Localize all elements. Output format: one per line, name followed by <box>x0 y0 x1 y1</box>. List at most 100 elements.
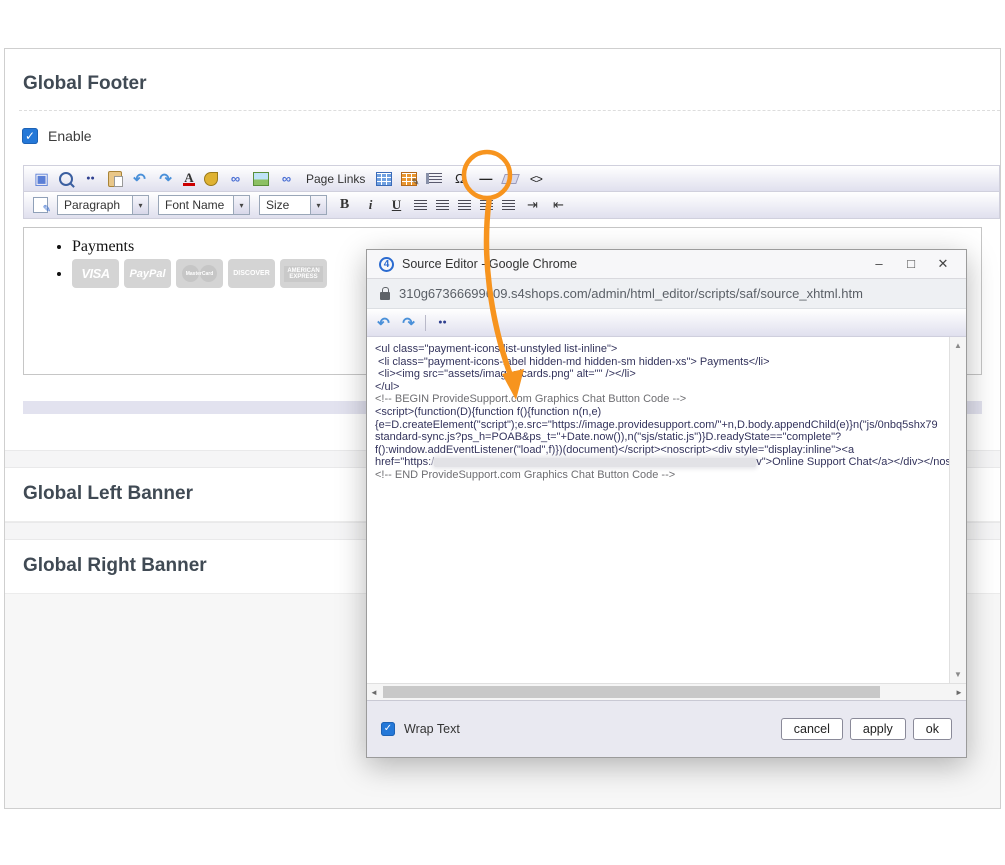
payment-card-label: PayPal <box>129 268 165 280</box>
url-text: 310g67366699609.s4shops.com/admin/html_e… <box>399 286 863 301</box>
scroll-right-icon[interactable]: ► <box>952 688 966 697</box>
find-icon[interactable] <box>434 314 451 331</box>
redo-icon[interactable]: ↷ <box>157 170 174 187</box>
outdent-button[interactable]: ⇤ <box>550 197 567 214</box>
payment-card-mastercard: MasterCard <box>176 259 223 288</box>
indent-button[interactable]: ⇥ <box>524 197 541 214</box>
code-text: v">Online Support Chat</a></div></noscri… <box>756 456 950 468</box>
maximize-button[interactable]: □ <box>900 256 922 272</box>
font-name-select-value: Font Name <box>159 196 233 214</box>
payment-card-label: MasterCard <box>186 271 214 277</box>
unordered-list-button[interactable] <box>502 200 515 210</box>
font-name-select[interactable]: Font Name▾ <box>158 195 250 215</box>
underline-button[interactable]: U <box>388 197 405 214</box>
horizontal-scrollbar[interactable]: ◄ ► <box>367 683 966 700</box>
size-select[interactable]: Size▾ <box>259 195 327 215</box>
payment-card-visa: VISA <box>72 259 119 288</box>
paragraph-select-value: Paragraph <box>58 196 132 214</box>
ordered-list-button[interactable] <box>480 200 493 210</box>
link-icon[interactable]: ∞ <box>227 170 244 187</box>
enable-row: ✓ Enable <box>22 128 1000 144</box>
fullscreen-icon[interactable]: ▣ <box>33 170 50 187</box>
image-icon[interactable] <box>253 172 269 186</box>
special-char-icon[interactable]: Ω <box>451 170 468 187</box>
code-line: <!-- BEGIN ProvideSupport.com Graphics C… <box>375 393 942 406</box>
payment-card-amex: AMERICAN EXPRESS <box>280 259 327 288</box>
window-title-bar: 4 Source Editor - Google Chrome –□✕ <box>367 250 966 279</box>
payment-card-discover: DISCOVER <box>228 259 275 288</box>
source-editor-footer: ✓ Wrap Text cancel applyok <box>367 700 966 757</box>
code-line: href="https:/v">Online Support Chat</a><… <box>375 456 942 469</box>
bold-button[interactable]: B <box>336 197 353 214</box>
paragraph-select[interactable]: Paragraph▾ <box>57 195 149 215</box>
chevron-down-icon[interactable]: ▾ <box>310 196 326 214</box>
code-text: href="https:/ <box>375 456 434 468</box>
align-left-button[interactable] <box>414 200 427 210</box>
code-line: {e=D.createElement("script");e.src="http… <box>375 419 942 432</box>
wrap-text-checkbox[interactable]: ✓ <box>381 722 395 736</box>
page-links-icon[interactable]: ∞ <box>278 170 295 187</box>
scroll-left-icon[interactable]: ◄ <box>367 688 381 697</box>
page-title: Global Footer <box>23 73 1000 95</box>
block-properties-icon[interactable] <box>426 173 442 184</box>
cancel-button[interactable]: cancel <box>781 718 843 740</box>
redo-icon[interactable]: ↷ <box>400 314 417 331</box>
vertical-scrollbar[interactable]: ▲ ▼ <box>949 337 966 683</box>
scroll-down-icon[interactable]: ▼ <box>950 670 966 679</box>
redacted-text <box>434 458 756 467</box>
payment-card-label: VISA <box>81 266 109 281</box>
eraser-icon[interactable] <box>502 174 521 184</box>
editor-toolbars: ▣↶↷A∞∞Page LinksΩ—<> Paragraph▾Font Name… <box>23 165 1000 219</box>
undo-icon[interactable]: ↶ <box>131 170 148 187</box>
code-line: <!-- END ProvideSupport.com Graphics Cha… <box>375 469 942 482</box>
code-line: <script>(function(D){function f(){functi… <box>375 406 942 419</box>
preview-icon[interactable] <box>59 172 73 186</box>
find-icon[interactable] <box>82 170 99 187</box>
source-code-icon[interactable]: <> <box>527 170 544 187</box>
editor-toolbar-row1: ▣ ↶ ↷ A ∞ ∞ Page Links Ω — <> <box>23 165 1000 192</box>
payment-card-label: AMERICAN EXPRESS <box>284 266 322 282</box>
code-line: <li><img src="assets/images/cards.png" a… <box>375 368 942 381</box>
paste-icon[interactable] <box>108 171 122 187</box>
size-select-value: Size <box>260 196 310 214</box>
enable-checkbox[interactable]: ✓ <box>22 128 38 144</box>
page: { "sections": { "global_footer": { "titl… <box>0 0 1005 865</box>
align-right-button[interactable] <box>458 200 471 210</box>
source-editor-window: 4 Source Editor - Google Chrome –□✕ 310g… <box>366 249 967 758</box>
wrap-text-label: Wrap Text <box>404 722 460 736</box>
chevron-down-icon[interactable]: ▾ <box>132 196 148 214</box>
chevron-down-icon[interactable]: ▾ <box>233 196 249 214</box>
source-editor-toolbar: ↶↷ <box>367 309 966 337</box>
code-line: </ul> <box>375 381 942 394</box>
source-code-editor[interactable]: <ul class="payment-icons list-unstyled l… <box>367 337 950 683</box>
code-line: <ul class="payment-icons list-unstyled l… <box>375 343 942 356</box>
italic-button[interactable]: i <box>362 197 379 214</box>
horizontal-rule-icon[interactable]: — <box>477 170 494 187</box>
code-line: f():window.addEventListener("load",f)})(… <box>375 444 942 457</box>
enable-label: Enable <box>48 128 92 144</box>
lock-icon <box>380 292 390 300</box>
ok-button[interactable]: ok <box>913 718 952 740</box>
table-icon[interactable] <box>376 172 392 186</box>
divider <box>19 110 1000 111</box>
payment-card-label: DISCOVER <box>233 270 270 277</box>
ink-color-icon[interactable] <box>204 172 218 186</box>
scrollbar-thumb[interactable] <box>383 686 880 698</box>
align-center-button[interactable] <box>436 200 449 210</box>
footer-buttons: cancel applyok <box>774 718 952 740</box>
close-button[interactable]: ✕ <box>932 256 954 272</box>
payment-card-paypal: PayPal <box>124 259 171 288</box>
window-title: Source Editor - Google Chrome <box>402 257 860 271</box>
minimize-button[interactable]: – <box>868 256 890 272</box>
address-bar: 310g67366699609.s4shops.com/admin/html_e… <box>367 279 966 309</box>
page-links-label: Page Links <box>306 172 365 186</box>
undo-icon[interactable]: ↶ <box>375 314 392 331</box>
source-editor-body: <ul class="payment-icons list-unstyled l… <box>367 337 966 683</box>
font-color-icon[interactable]: A <box>183 171 195 186</box>
window-controls: –□ ✕ <box>868 256 954 272</box>
apply-button[interactable]: apply <box>850 718 906 740</box>
table-edit-icon[interactable] <box>401 172 417 186</box>
toolbar-separator <box>425 315 426 331</box>
scroll-up-icon[interactable]: ▲ <box>950 341 966 350</box>
edit-source-icon[interactable] <box>33 197 48 213</box>
